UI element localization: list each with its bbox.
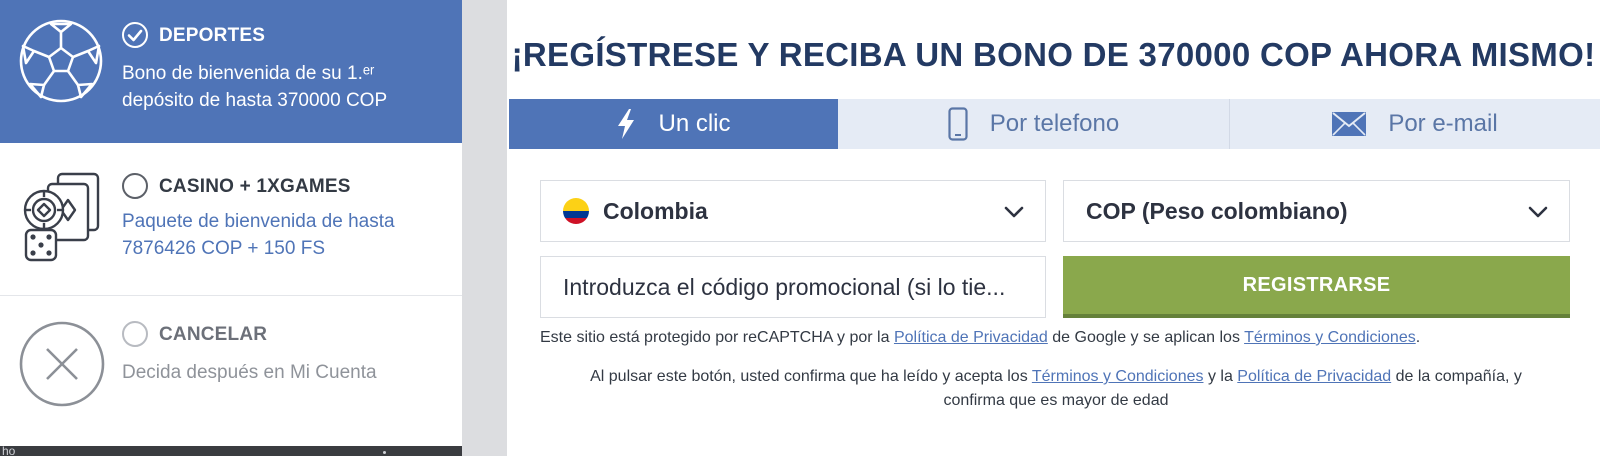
registration-tabs: Un clic Por telefono Por e-mail	[509, 99, 1600, 149]
casino-radio[interactable]	[122, 173, 148, 199]
bonus-panel: DEPORTES Bono de bienvenida de su 1.ᵉʳ d…	[0, 0, 462, 446]
chevron-down-icon	[1528, 206, 1548, 218]
close-circle-icon	[19, 321, 105, 407]
recaptcha-notice: Este sitio está protegido por reCAPTCHA …	[540, 329, 1420, 347]
check-icon	[127, 29, 143, 42]
terms-link[interactable]: Términos y Condiciones	[1244, 329, 1416, 346]
promo-code-input[interactable]	[563, 273, 1033, 301]
casino-desc-line2: 7876426 COP + 150 FS	[122, 238, 325, 259]
sports-desc-line1: Bono de bienvenida de su 1.ᵉʳ	[122, 63, 375, 84]
soccer-ball-icon	[19, 19, 103, 103]
background-strip: ho	[0, 444, 462, 456]
cancel-radio[interactable]	[122, 321, 148, 347]
casino-desc-line1: Paquete de bienvenida de hasta	[122, 211, 395, 232]
consent-terms-link[interactable]: Términos y Condiciones	[1032, 368, 1204, 385]
bonus-option-sports[interactable]: DEPORTES Bono de bienvenida de su 1.ᵉʳ d…	[0, 0, 462, 143]
consent-line2: confirma que es mayor de edad	[943, 392, 1169, 409]
sports-radio[interactable]	[122, 22, 148, 48]
recaptcha-middle: de Google y se aplican los	[1052, 329, 1240, 346]
sports-title: DEPORTES	[159, 25, 266, 46]
consent-notice: Al pulsar este botón, usted confirma que…	[532, 365, 1580, 413]
privacy-policy-link[interactable]: Política de Privacidad	[894, 329, 1048, 346]
bonus-option-cancel[interactable]: CANCELAR Decida después en Mi Cuenta	[0, 296, 462, 446]
consent-suffix: de la compañía, y	[1395, 368, 1522, 385]
tab-one-click-label: Un clic	[658, 110, 731, 137]
cancel-desc: Decida después en Mi Cuenta	[122, 362, 377, 383]
phone-icon	[948, 107, 968, 141]
background-text: ho	[2, 444, 16, 456]
casino-chips-cards-icon	[23, 172, 100, 262]
casino-title: CASINO + 1XGAMES	[159, 176, 351, 197]
consent-middle: y la	[1207, 368, 1233, 385]
sports-desc-line2: depósito de hasta 370000 COP	[122, 90, 388, 111]
bonus-option-casino[interactable]: CASINO + 1XGAMES Paquete de bienvenida d…	[0, 143, 462, 296]
currency-value: COP (Peso colombiano)	[1086, 197, 1348, 224]
background-dot	[383, 451, 386, 454]
colombia-flag-icon	[563, 198, 589, 224]
registration-headline: ¡REGÍSTRESE Y RECIBA UN BONO DE 370000 C…	[511, 36, 1596, 73]
lightning-icon	[618, 109, 635, 139]
tab-phone[interactable]: Por telefono	[838, 99, 1230, 149]
cancel-title: CANCELAR	[159, 324, 268, 345]
tab-one-click[interactable]: Un clic	[509, 99, 838, 149]
recaptcha-suffix: .	[1415, 329, 1421, 346]
registration-form: Colombia COP (Peso colombiano) REGISTRAR…	[507, 149, 1600, 456]
country-value: Colombia	[603, 197, 708, 224]
tab-email-label: Por e-mail	[1388, 110, 1498, 137]
tab-email[interactable]: Por e-mail	[1230, 99, 1600, 149]
envelope-icon	[1332, 112, 1367, 136]
registration-panel: ¡REGÍSTRESE Y RECIBA UN BONO DE 370000 C…	[507, 0, 1600, 456]
consent-prefix: Al pulsar este botón, usted confirma que…	[590, 368, 1028, 385]
panel-gap	[462, 0, 507, 456]
currency-select[interactable]: COP (Peso colombiano)	[1063, 180, 1570, 242]
country-select[interactable]: Colombia	[540, 180, 1046, 242]
promo-code-field[interactable]	[540, 256, 1046, 318]
consent-privacy-link[interactable]: Política de Privacidad	[1237, 368, 1391, 385]
recaptcha-prefix: Este sitio está protegido por reCAPTCHA …	[540, 329, 890, 346]
register-button[interactable]: REGISTRARSE	[1063, 256, 1570, 318]
chevron-down-icon	[1004, 206, 1024, 218]
tab-phone-label: Por telefono	[989, 110, 1120, 137]
